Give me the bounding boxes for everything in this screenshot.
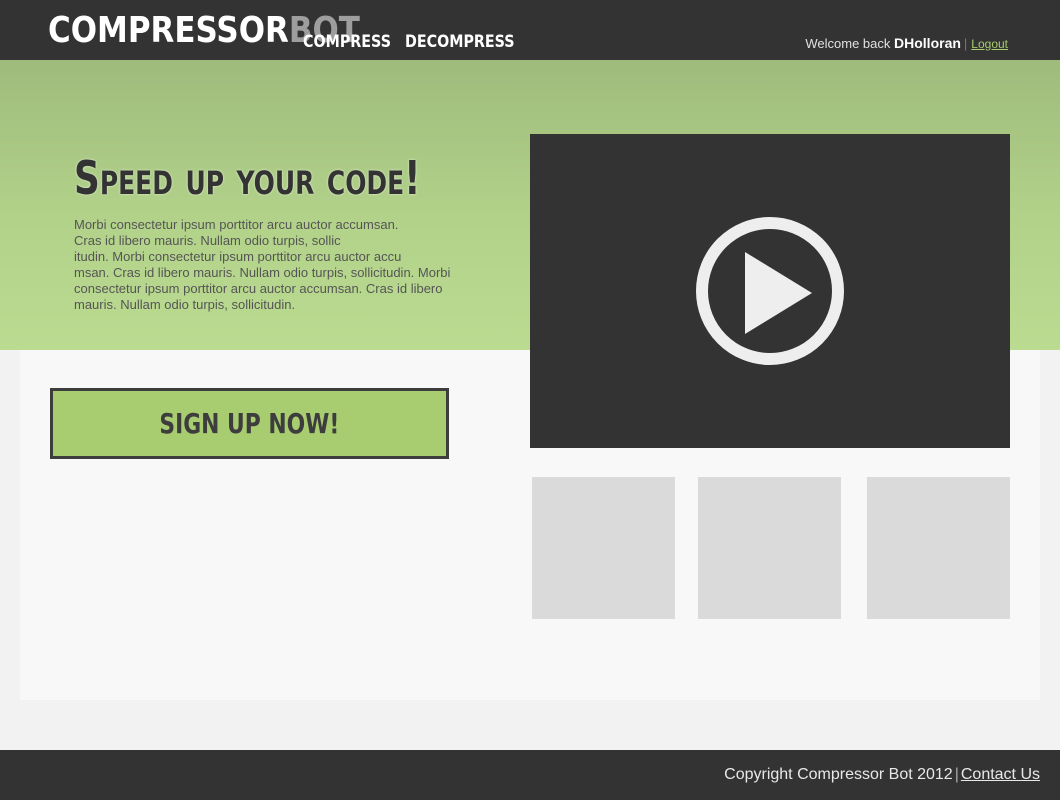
play-icon[interactable]: [693, 214, 847, 368]
nav-decompress[interactable]: DECOMPRESS: [405, 31, 515, 53]
welcome-text: Welcome back: [805, 36, 891, 51]
intro-line: mauris. Nullam odio turpis, sollicitudin…: [74, 297, 296, 312]
logo-text-compressor: Compressor: [48, 10, 289, 51]
username: DHolloran: [894, 35, 961, 51]
intro-line: consectetur ipsum porttitor arcu auctor …: [74, 281, 443, 296]
video-thumbnail[interactable]: [698, 477, 841, 619]
user-box: Welcome back DHolloran | Logout: [805, 35, 1008, 51]
intro-line: Morbi consectetur ipsum porttitor arcu a…: [74, 217, 399, 232]
signup-button-label: SIGN UP NOW!: [159, 407, 340, 440]
intro-line: Cras id libero mauris. Nullam odio turpi…: [74, 233, 341, 248]
hero-headline: Speed up your code!: [74, 151, 421, 205]
intro-line: itudin. Morbi consectetur ipsum porttito…: [74, 249, 402, 264]
user-separator: |: [963, 36, 968, 51]
video-thumbnail[interactable]: [867, 477, 1010, 619]
contact-us-link[interactable]: Contact Us: [961, 766, 1040, 783]
video-player[interactable]: [530, 134, 1010, 448]
signup-button[interactable]: SIGN UP NOW!: [50, 388, 449, 459]
footer-separator: |: [954, 766, 959, 783]
top-header: CompressorBot COMPRESS DECOMPRESS Welcom…: [0, 0, 1060, 60]
video-thumbnail[interactable]: [532, 477, 675, 619]
intro-line: msan. Cras id libero mauris. Nullam odio…: [74, 265, 451, 280]
copyright-text: Copyright Compressor Bot 2012: [724, 766, 953, 783]
logout-link[interactable]: Logout: [971, 37, 1008, 51]
footer: Copyright Compressor Bot 2012 | Contact Us: [0, 750, 1060, 800]
nav-compress[interactable]: COMPRESS: [303, 31, 391, 53]
footer-text: Copyright Compressor Bot 2012 | Contact Us: [724, 765, 1040, 785]
intro-text: Morbi consectetur ipsum porttitor arcu a…: [74, 217, 454, 313]
